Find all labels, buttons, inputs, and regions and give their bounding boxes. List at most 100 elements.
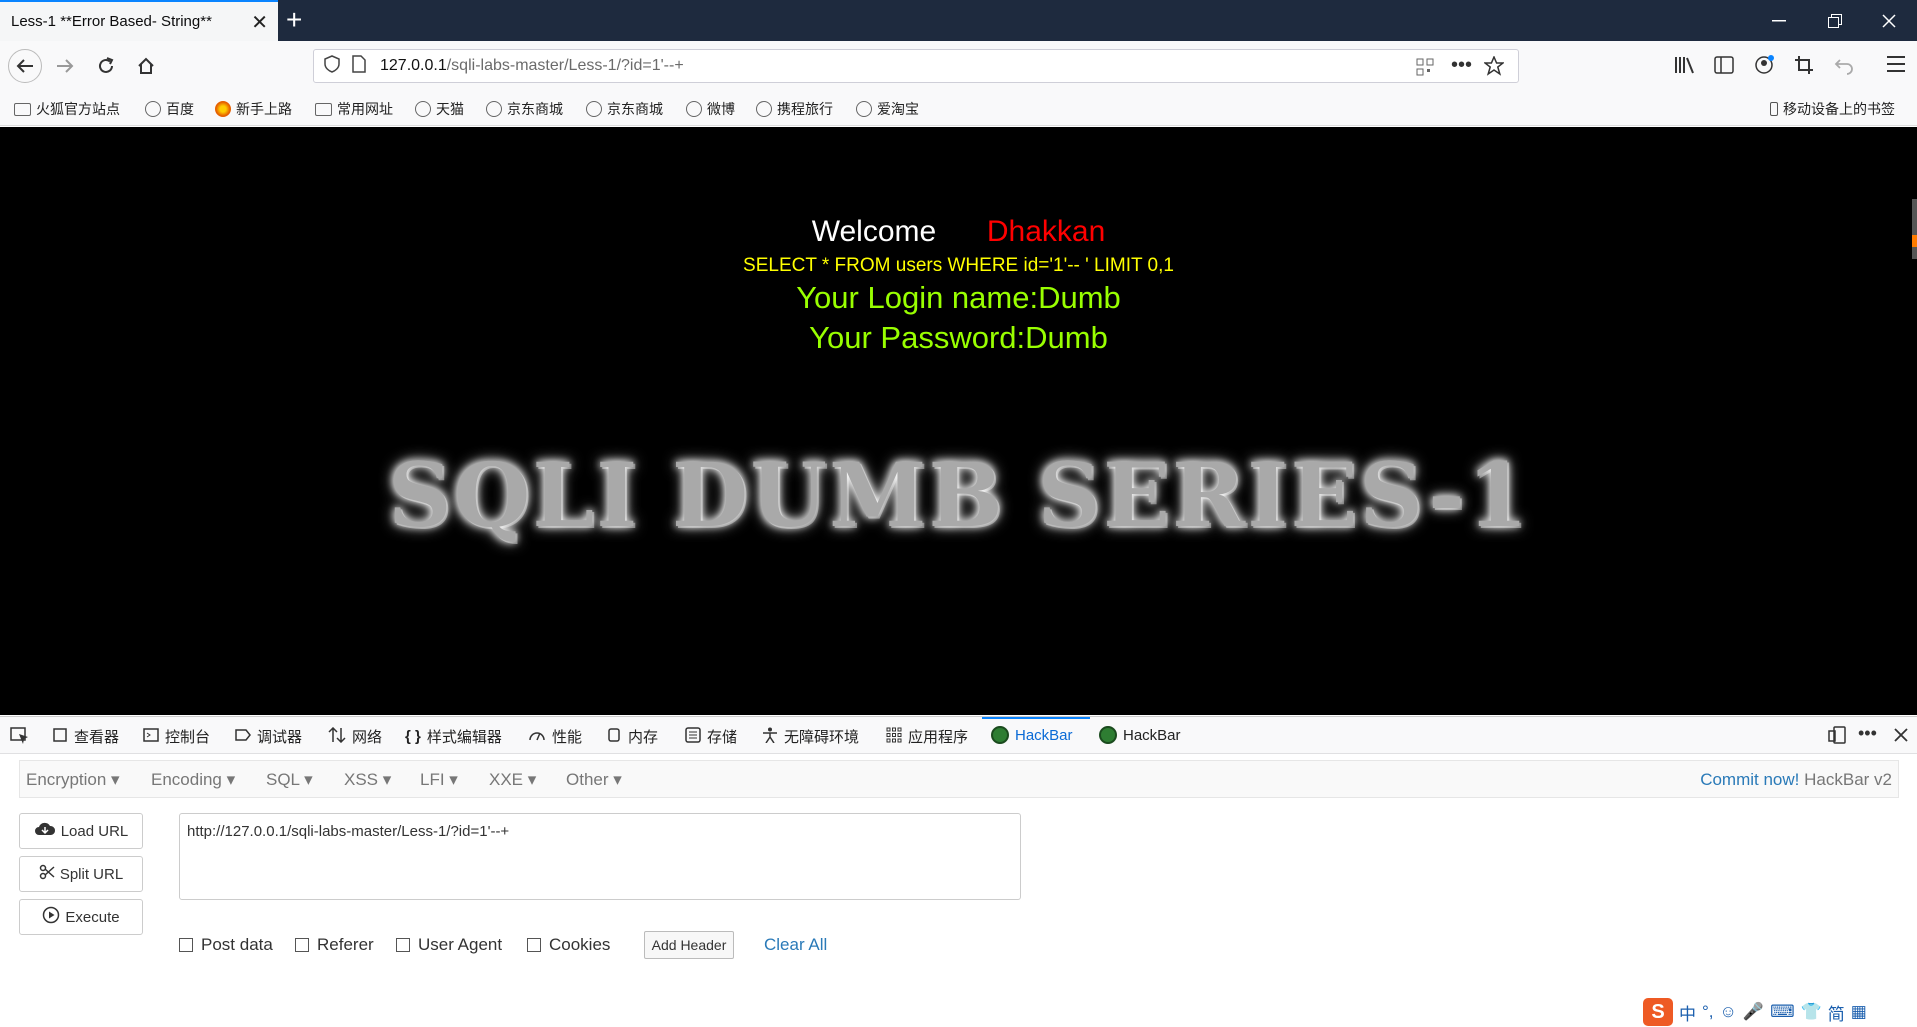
bookmark-item[interactable]: 百度 [145,99,194,119]
split-url-button[interactable]: Split URL [19,856,143,892]
menu-label: Other [566,770,609,789]
menu-other[interactable]: Other ▾ [566,770,622,790]
execute-button[interactable]: Execute [19,899,143,935]
bookmark-item[interactable]: 常用网址 [315,99,393,119]
responsive-design-icon[interactable] [1828,726,1846,749]
tab-style-editor[interactable]: { } 样式编辑器 [405,726,502,747]
element-picker-icon[interactable] [10,727,30,750]
tab-network[interactable]: 网络 [328,726,382,747]
bookmark-label: 常用网址 [337,101,393,117]
password-text: Your Password:Dumb [809,320,1108,355]
url-textarea[interactable]: http://127.0.0.1/sqli-labs-master/Less-1… [179,813,1021,900]
user-agent-checkbox[interactable]: User Agent [396,935,502,955]
globe-icon [756,101,772,117]
tab-inspector[interactable]: 查看器 [52,726,119,747]
bookmarks-toolbar: 火狐官方站点 百度 新手上路 常用网址 天猫 京东商城 京东商城 微博 携程旅行… [0,91,1917,126]
devtools-options-icon[interactable]: ••• [1858,723,1877,744]
tab-storage[interactable]: 存储 [685,726,737,747]
url-text[interactable]: 127.0.0.1/sqli-labs-master/Less-1/?id=1'… [380,57,684,75]
close-window-icon[interactable] [1861,0,1917,41]
scrollbar-marker [1912,235,1917,247]
shield-icon[interactable] [324,54,340,78]
tab-performance[interactable]: 性能 [528,726,582,747]
clear-all-link[interactable]: Clear All [764,935,827,955]
close-devtools-icon[interactable] [1893,727,1909,748]
tab-hackbar[interactable]: HackBar [991,726,1073,744]
page-actions-icon[interactable]: ••• [1451,54,1472,77]
restore-icon[interactable] [1807,0,1863,41]
back-icon[interactable] [8,49,42,83]
ime-emoji-icon[interactable]: ☺ [1720,1002,1737,1022]
welcome-name: Dhakkan [986,215,1106,248]
menu-icon[interactable] [1886,55,1906,78]
home-icon[interactable] [129,49,163,83]
post-data-checkbox[interactable]: Post data [179,935,273,955]
menu-lfi[interactable]: LFI ▾ [420,770,458,790]
url-path: /sqli-labs-master/Less-1/?id=1'--+ [446,57,684,74]
sidebar-icon[interactable] [1714,56,1734,79]
ime-keyboard-icon[interactable]: ⌨ [1770,1002,1795,1022]
bookmark-item[interactable]: 微博 [686,99,735,119]
ime-chinese-mode[interactable]: 中 [1679,1000,1696,1025]
ime-voice-icon[interactable]: 🎤 [1743,1002,1764,1022]
url-host: 127.0.0.1 [380,57,447,74]
undo-icon[interactable] [1834,55,1854,80]
bookmark-label: 携程旅行 [777,101,833,117]
menu-xss[interactable]: XSS ▾ [344,770,391,790]
tab-console[interactable]: 控制台 [143,726,210,747]
close-tab-icon[interactable]: ✕ [251,10,268,35]
ime-skin-icon[interactable]: 👕 [1801,1002,1822,1022]
bookmark-item[interactable]: 京东商城 [586,99,663,119]
new-tab-button[interactable]: + [286,4,302,36]
referer-checkbox[interactable]: Referer [295,935,374,955]
bookmark-label: 火狐官方站点 [36,101,120,117]
menu-encryption[interactable]: Encryption ▾ [26,770,120,790]
welcome-text: Welcome [811,215,937,248]
bookmark-item[interactable]: 火狐官方站点 [14,99,120,119]
bookmark-item[interactable]: 天猫 [415,99,464,119]
tab-debugger[interactable]: 调试器 [235,726,302,747]
sogou-logo-icon[interactable]: S [1643,998,1673,1026]
reload-icon[interactable] [89,49,123,83]
bookmark-item[interactable]: 京东商城 [486,99,563,119]
qr-code-icon[interactable] [1416,58,1434,81]
checkbox-box[interactable] [295,938,309,952]
tab-application[interactable]: 应用程序 [886,726,968,747]
commit-link[interactable]: Commit now! HackBar v2 [1700,770,1892,790]
sql-query-text: SELECT * FROM users WHERE id='1'-- ' LIM… [743,255,1174,276]
ime-toolbox-icon[interactable]: ▦ [1851,1002,1867,1022]
scrollbar[interactable] [1912,199,1917,259]
commit-text: Commit now! [1700,770,1800,789]
address-bar[interactable]: 127.0.0.1/sqli-labs-master/Less-1/?id=1'… [313,49,1519,83]
checkbox-box[interactable] [179,938,193,952]
cookies-checkbox[interactable]: Cookies [527,935,610,955]
account-icon[interactable] [1754,54,1776,81]
menu-sql[interactable]: SQL ▾ [266,770,313,790]
load-url-button[interactable]: Load URL [19,813,143,849]
screenshot-icon[interactable] [1794,55,1814,80]
page-info-icon[interactable] [352,54,366,78]
ime-simplified-toggle[interactable]: 简 [1828,1000,1845,1025]
add-header-button[interactable]: Add Header [644,931,734,959]
minimize-icon[interactable] [1751,0,1807,41]
mobile-bookmarks[interactable]: 移动设备上的书签 [1770,99,1895,119]
ime-punctuation-icon[interactable]: °, [1702,1002,1714,1022]
bookmark-item[interactable]: 新手上路 [215,99,292,119]
bookmark-label: 京东商城 [607,101,663,117]
storage-icon [685,726,701,747]
checkbox-box[interactable] [527,938,541,952]
bookmark-item[interactable]: 携程旅行 [756,99,833,119]
menu-xxe[interactable]: XXE ▾ [489,770,536,790]
bookmark-star-icon[interactable] [1482,55,1506,81]
browser-tab[interactable]: Less-1 **Error Based- String** ✕ [0,0,278,41]
tab-accessibility[interactable]: 无障碍环境 [762,726,859,747]
tab-memory[interactable]: 内存 [606,726,658,747]
bookmark-item[interactable]: 爱淘宝 [856,99,919,119]
tab-hackbar-2[interactable]: HackBar [1099,726,1181,744]
tab-label: HackBar [1123,726,1181,744]
menu-encoding[interactable]: Encoding ▾ [151,770,235,790]
checkbox-box[interactable] [396,938,410,952]
sqli-banner-image: SQLI DUMB SERIES-1 [388,443,1530,547]
library-icon[interactable] [1674,55,1696,80]
forward-icon[interactable] [48,49,82,83]
